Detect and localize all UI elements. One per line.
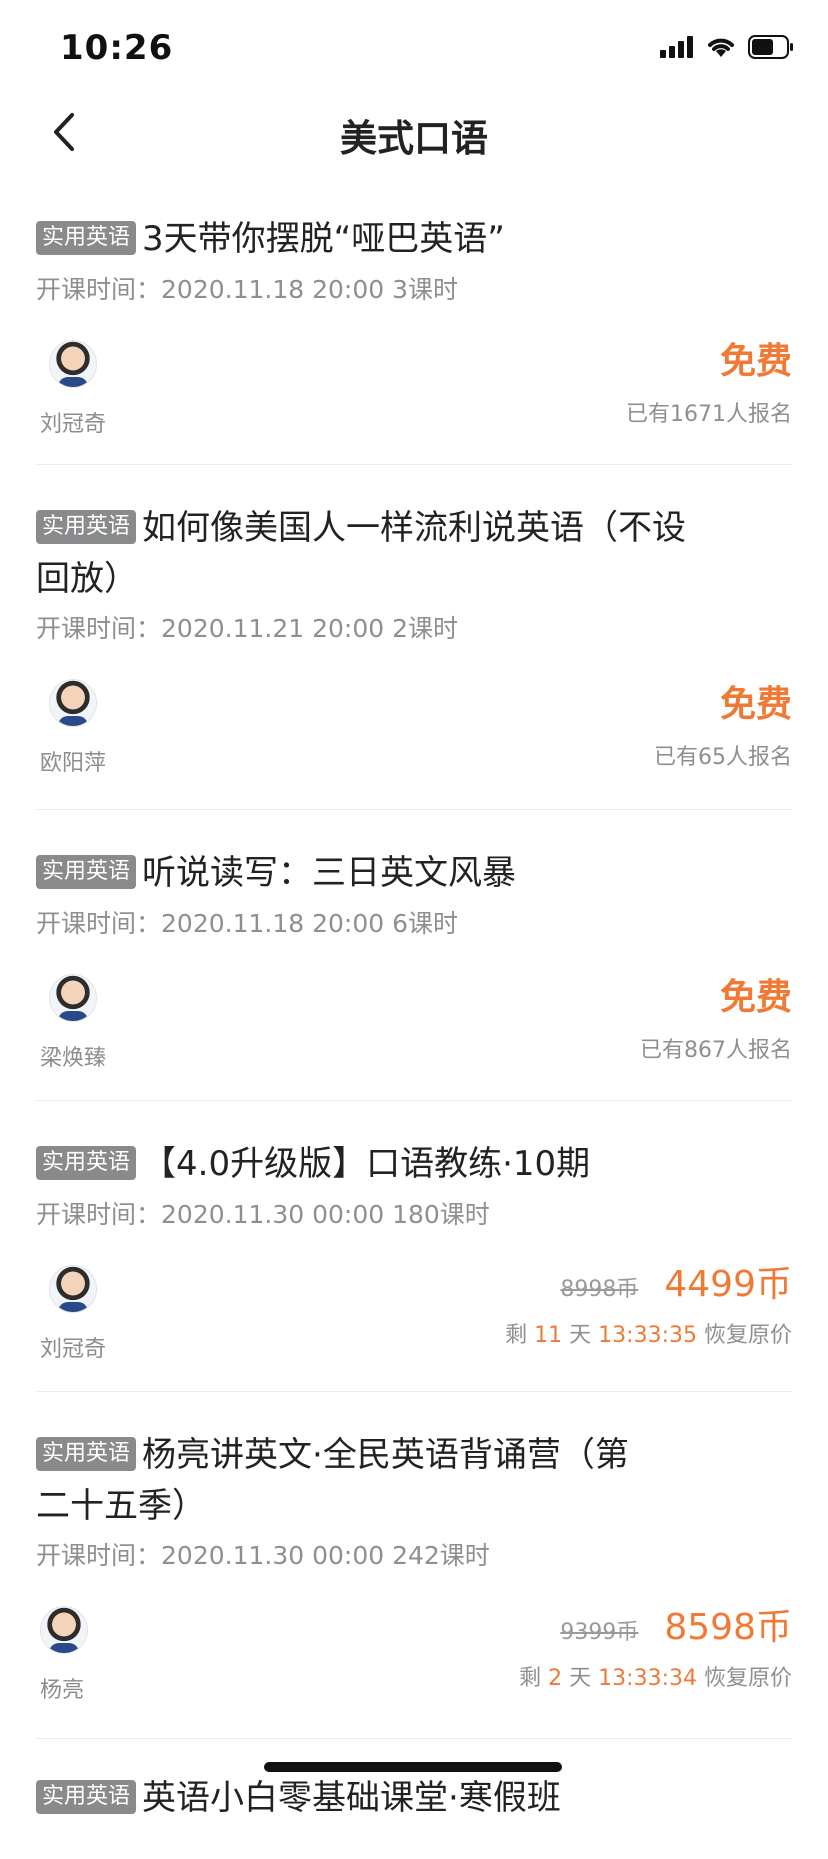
countdown-suffix: 恢复原价 bbox=[703, 1666, 792, 1691]
course-card[interactable]: 实用英语 【4.0升级版】口语教练·10期 开课时间：2020.11.30 00:… bbox=[36, 1101, 792, 1392]
avatar bbox=[49, 679, 97, 727]
teacher-name: 刘冠奇 bbox=[40, 412, 107, 437]
course-tag: 实用英语 bbox=[36, 1780, 137, 1814]
enroll-count: 已有1671人报名 bbox=[626, 402, 792, 427]
course-title: 3天带你摆脱“哑巴英语” bbox=[142, 219, 505, 259]
teacher: 杨亮 bbox=[36, 1606, 126, 1704]
course-tag: 实用英语 bbox=[36, 221, 137, 255]
avatar bbox=[40, 1606, 88, 1654]
course-schedule: 开课时间：2020.11.18 20:00 6课时 bbox=[36, 906, 458, 942]
course-title-row: 实用英语 【4.0升级版】口语教练·10期 bbox=[36, 1139, 792, 1190]
enroll-count: 已有867人报名 bbox=[640, 1038, 792, 1063]
teacher: 刘冠奇 bbox=[36, 340, 126, 438]
course-title-row: 实用英语 杨亮讲英文·全民英语背诵营（第二十五季） bbox=[36, 1430, 636, 1532]
course-card[interactable]: 实用英语 如何像美国人一样流利说英语（不设回放） 开课时间：2020.11.21 … bbox=[36, 465, 792, 810]
course-title-row: 实用英语 听说读写：三日英文风暴 bbox=[36, 848, 792, 899]
course-title: 听说读写：三日英文风暴 bbox=[142, 853, 517, 893]
sale-price: 8598币 bbox=[664, 1607, 792, 1648]
page-title: 美式口语 bbox=[340, 117, 488, 160]
course-tag: 实用英语 bbox=[36, 855, 137, 889]
price-free: 免费 bbox=[719, 977, 792, 1018]
course-schedule: 开课时间：2020.11.30 00:00 242课时 bbox=[36, 1538, 490, 1574]
status-time: 10:26 bbox=[60, 28, 174, 68]
home-indicator[interactable] bbox=[264, 1762, 562, 1772]
course-card[interactable]: 实用英语 杨亮讲英文·全民英语背诵营（第二十五季） 开课时间：2020.11.30… bbox=[36, 1392, 792, 1739]
price-block: 8998币 4499币 剩 11 天 13:33:35 恢复原价 bbox=[505, 1265, 792, 1349]
price-line: 8998币 4499币 bbox=[505, 1265, 792, 1305]
countdown-days-unit: 天 bbox=[569, 1323, 592, 1348]
course-card[interactable]: 实用英语 听说读写：三日英文风暴 开课时间：2020.11.18 20:00 6课… bbox=[36, 810, 792, 1101]
avatar bbox=[49, 1265, 97, 1313]
course-tag: 实用英语 bbox=[36, 1146, 137, 1180]
countdown-days: 2 bbox=[548, 1666, 563, 1691]
original-price: 9399币 bbox=[560, 1620, 639, 1645]
course-card[interactable]: 实用英语 3天带你摆脱“哑巴英语” 开课时间：2020.11.18 20:00 3… bbox=[36, 168, 792, 465]
battery-icon bbox=[748, 35, 794, 63]
price-block: 免费 已有65人报名 bbox=[654, 685, 792, 771]
status-bar: 10:26 bbox=[0, 0, 828, 96]
course-tag: 实用英语 bbox=[36, 1437, 137, 1471]
schedule-label: 开课时间： bbox=[36, 1541, 162, 1570]
price-block: 免费 已有867人报名 bbox=[640, 978, 792, 1064]
countdown-days: 11 bbox=[534, 1323, 563, 1348]
course-schedule: 开课时间：2020.11.18 20:00 3课时 bbox=[36, 272, 458, 308]
avatar bbox=[49, 340, 97, 388]
schedule-value: 2020.11.30 00:00 242课时 bbox=[161, 1541, 490, 1570]
schedule-label: 开课时间： bbox=[36, 909, 162, 938]
countdown-suffix: 恢复原价 bbox=[703, 1323, 792, 1348]
enroll-count: 已有65人报名 bbox=[654, 745, 792, 770]
price-block: 9399币 8598币 剩 2 天 13:33:34 恢复原价 bbox=[519, 1608, 792, 1692]
teacher-name: 杨亮 bbox=[40, 1678, 85, 1703]
course-list: 实用英语 3天带你摆脱“哑巴英语” 开课时间：2020.11.18 20:00 3… bbox=[0, 168, 828, 1859]
schedule-label: 开课时间： bbox=[36, 275, 162, 304]
avatar bbox=[49, 974, 97, 1022]
status-icons bbox=[660, 35, 794, 63]
navigation-bar: 美式口语 bbox=[0, 96, 828, 168]
wifi-icon bbox=[706, 36, 736, 62]
course-title: 英语小白零基础课堂·寒假班 bbox=[142, 1778, 561, 1818]
course-tag: 实用英语 bbox=[36, 510, 137, 544]
schedule-label: 开课时间： bbox=[36, 614, 162, 643]
teacher: 刘冠奇 bbox=[36, 1265, 126, 1363]
schedule-value: 2020.11.21 20:00 2课时 bbox=[161, 614, 459, 643]
countdown-prefix: 剩 bbox=[505, 1323, 528, 1348]
teacher: 欧阳萍 bbox=[36, 679, 126, 777]
schedule-label: 开课时间： bbox=[36, 1200, 162, 1229]
teacher-name: 梁焕臻 bbox=[40, 1046, 107, 1071]
countdown-time: 13:33:34 bbox=[598, 1666, 697, 1691]
discount-countdown: 剩 11 天 13:33:35 恢复原价 bbox=[505, 1317, 792, 1349]
price-free: 免费 bbox=[719, 684, 792, 725]
schedule-value: 2020.11.18 20:00 3课时 bbox=[161, 275, 459, 304]
countdown-prefix: 剩 bbox=[519, 1666, 542, 1691]
price-line: 9399币 8598币 bbox=[519, 1608, 792, 1648]
price-free: 免费 bbox=[719, 341, 792, 382]
course-title-row: 实用英语 3天带你摆脱“哑巴英语” bbox=[36, 214, 792, 265]
schedule-value: 2020.11.30 00:00 180课时 bbox=[161, 1200, 490, 1229]
original-price: 8998币 bbox=[560, 1277, 639, 1302]
course-schedule: 开课时间：2020.11.21 20:00 2课时 bbox=[36, 611, 458, 647]
teacher-name: 欧阳萍 bbox=[40, 751, 107, 776]
schedule-value: 2020.11.18 20:00 6课时 bbox=[161, 909, 459, 938]
teacher: 梁焕臻 bbox=[36, 974, 126, 1072]
course-title-row: 实用英语 如何像美国人一样流利说英语（不设回放） bbox=[36, 503, 716, 605]
course-title: 【4.0升级版】口语教练·10期 bbox=[142, 1144, 591, 1184]
cellular-signal-icon bbox=[660, 36, 694, 62]
price-block: 免费 已有1671人报名 bbox=[626, 342, 792, 428]
countdown-time: 13:33:35 bbox=[598, 1323, 697, 1348]
teacher-name: 刘冠奇 bbox=[40, 1337, 107, 1362]
course-card[interactable]: 实用英语 英语小白零基础课堂·寒假班 bbox=[36, 1739, 792, 1859]
sale-price: 4499币 bbox=[664, 1264, 792, 1305]
course-title-row: 实用英语 英语小白零基础课堂·寒假班 bbox=[36, 1773, 792, 1824]
course-schedule: 开课时间：2020.11.30 00:00 180课时 bbox=[36, 1197, 490, 1233]
discount-countdown: 剩 2 天 13:33:34 恢复原价 bbox=[519, 1660, 792, 1692]
countdown-days-unit: 天 bbox=[569, 1666, 592, 1691]
